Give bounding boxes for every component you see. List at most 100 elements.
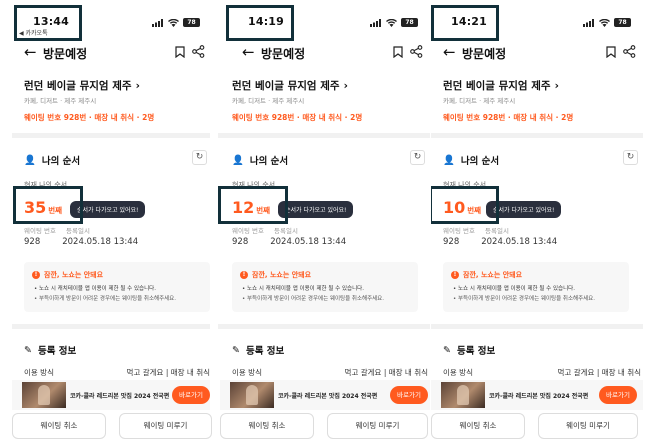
registration-header: ✎ 등록 정보 [24,343,76,358]
refresh-button[interactable]: ↻ [623,150,638,165]
usage-label: 이용 방식 [24,368,54,377]
pencil-icon: ✎ [232,344,240,356]
chevron-right-icon: › [343,80,348,92]
registered-at-label: 등록일시 [66,227,90,235]
postpone-waiting-button[interactable]: 웨이팅 미루기 [538,413,638,439]
wifi-icon [386,18,397,27]
my-order-title: 나의 순서 [460,156,500,167]
cancel-waiting-button[interactable]: 웨이팅 취소 [12,413,106,439]
highlight-box-time [14,5,82,41]
info-values: 928 2024.05.18 13:44 [232,237,346,247]
notice-line-2-text: 부득이하게 방문이 어려운 경우에는 웨이팅을 취소해주세요. [39,296,176,302]
promo-go-button[interactable]: 바로가기 [599,386,637,404]
store-name-link[interactable]: 런던 베이글 뮤지엄 제주 › [24,78,140,93]
store-name-link[interactable]: 런던 베이글 뮤지엄 제주 › [443,78,559,93]
promo-thumbnail [230,382,274,408]
registered-at-label: 등록일시 [485,227,509,235]
cellular-signal-icon [152,18,163,27]
cancel-waiting-button[interactable]: 웨이팅 취소 [220,413,314,439]
notice-line-1: • 노쇼 시 캐치테이블 앱 이용이 제한 될 수 있습니다. [453,286,575,292]
refresh-button[interactable]: ↻ [192,150,207,165]
bookmark-icon[interactable] [393,46,403,58]
waiting-number: 928 [24,237,41,247]
promo-thumbnail [22,382,66,408]
pencil-icon: ✎ [443,344,451,356]
notice-line-2-text: 부득이하게 방문이 어려운 경우에는 웨이팅을 취소해주세요. [247,296,384,302]
section-divider [431,324,643,329]
promo-banner[interactable]: 코카-콜라 레드리본 맛집 2024 전국편 바로가기 [12,380,210,410]
page-title: 방문예정 [261,47,306,61]
chevron-right-icon: › [135,80,140,92]
my-order-title: 나의 순서 [41,156,81,167]
promo-text: 코카-콜라 레드리본 맛집 2024 전국편 [70,393,170,400]
my-order-header: 👤 나의 순서 [24,153,81,168]
waiting-number-label: 웨이팅 번호 [24,227,56,235]
wifi-icon [168,18,179,27]
screen-panel-1: 13:44 ◀ 카카오톡 78 ← 방문예정 런던 베이글 뮤지엄 제주 › 카페… [0,0,212,447]
registered-at: 2024.05.18 13:44 [481,237,558,247]
info-labels: 웨이팅 번호 등록일시 [443,225,509,235]
battery-icon: 78 [614,18,631,27]
registration-header: ✎ 등록 정보 [232,343,285,358]
usage-label: 이용 방식 [232,368,262,377]
usage-label: 이용 방식 [443,368,473,377]
section-divider [431,133,643,138]
status-icons: 78 [583,18,631,27]
cancel-waiting-button[interactable]: 웨이팅 취소 [431,413,525,439]
notice-line-2-text: 부득이하게 방문이 어려운 경우에는 웨이팅을 취소해주세요. [458,296,595,302]
waiting-summary: 웨이팅 번호 928번 · 매장 내 취식 · 2명 [443,113,574,122]
back-arrow-icon[interactable]: ← [24,45,37,60]
notice-line-1: • 노쇼 시 캐치테이블 앱 이용이 제한 될 수 있습니다. [242,286,364,292]
promo-go-button[interactable]: 바로가기 [390,386,428,404]
status-icons: 78 [152,18,200,27]
section-divider [218,133,430,138]
my-order-header: 👤 나의 순서 [443,153,500,168]
waiting-number: 928 [232,237,249,247]
notice-line-1: • 노쇼 시 캐치테이블 앱 이용이 제한 될 수 있습니다. [34,286,156,292]
store-name-link[interactable]: 런던 베이글 뮤지엄 제주 › [232,78,348,93]
share-icon[interactable] [410,45,423,58]
section-divider [12,324,210,329]
bookmark-icon[interactable] [175,46,185,58]
refresh-icon: ↻ [626,152,635,162]
battery-icon: 78 [401,18,418,27]
bookmark-icon[interactable] [606,46,616,58]
notice-line-2: • 부득이하게 방문이 어려운 경우에는 웨이팅을 취소해주세요. [453,296,595,302]
refresh-icon: ↻ [195,152,204,162]
highlight-box-order [218,186,288,224]
promo-banner[interactable]: 코카-콜라 레드리본 맛집 2024 전국편 바로가기 [431,380,643,410]
notice-line-1-text: 노쇼 시 캐치테이블 앱 이용이 제한 될 수 있습니다. [458,286,575,292]
registration-header: ✎ 등록 정보 [443,343,495,358]
promo-text: 코카-콜라 레드리본 맛집 2024 전국편 [278,393,378,400]
cellular-signal-icon [583,18,594,27]
waiting-number-label: 웨이팅 번호 [232,227,264,235]
person-icon: 👤 [443,154,455,166]
back-arrow-icon[interactable]: ← [443,45,456,60]
info-values: 928 2024.05.18 13:44 [24,237,138,247]
cellular-signal-icon [370,18,381,27]
top-nav: ← 방문예정 [218,40,430,66]
page-title: 방문예정 [462,47,507,61]
postpone-waiting-button[interactable]: 웨이팅 미루기 [327,413,428,439]
info-values: 928 2024.05.18 13:44 [443,237,557,247]
usage-value: 먹고 갈게요 | 매장 내 취식 [557,368,641,377]
notice-line-1-text: 노쇼 시 캐치테이블 앱 이용이 제한 될 수 있습니다. [39,286,156,292]
share-icon[interactable] [192,45,205,58]
registered-at: 2024.05.18 13:44 [62,237,139,247]
top-nav: ← 방문예정 [0,40,212,66]
info-labels: 웨이팅 번호 등록일시 [24,225,90,235]
usage-value: 먹고 갈게요 | 매장 내 취식 [344,368,428,377]
waiting-number-label: 웨이팅 번호 [443,227,475,235]
postpone-waiting-button[interactable]: 웨이팅 미루기 [119,413,212,439]
promo-go-button[interactable]: 바로가기 [172,386,210,404]
back-arrow-icon[interactable]: ← [242,45,255,60]
notice-title: ! 잠깐, 노쇼는 안돼요 [32,270,103,280]
usage-value: 먹고 갈게요 | 매장 내 취식 [126,368,210,377]
waiting-number: 928 [443,237,460,247]
store-name: 런던 베이글 뮤지엄 제주 [443,80,551,92]
registration-title: 등록 정보 [245,346,285,357]
share-icon[interactable] [623,45,636,58]
promo-banner[interactable]: 코카-콜라 레드리본 맛집 2024 전국편 바로가기 [220,380,430,410]
registered-at-label: 등록일시 [274,227,298,235]
refresh-button[interactable]: ↻ [410,150,425,165]
